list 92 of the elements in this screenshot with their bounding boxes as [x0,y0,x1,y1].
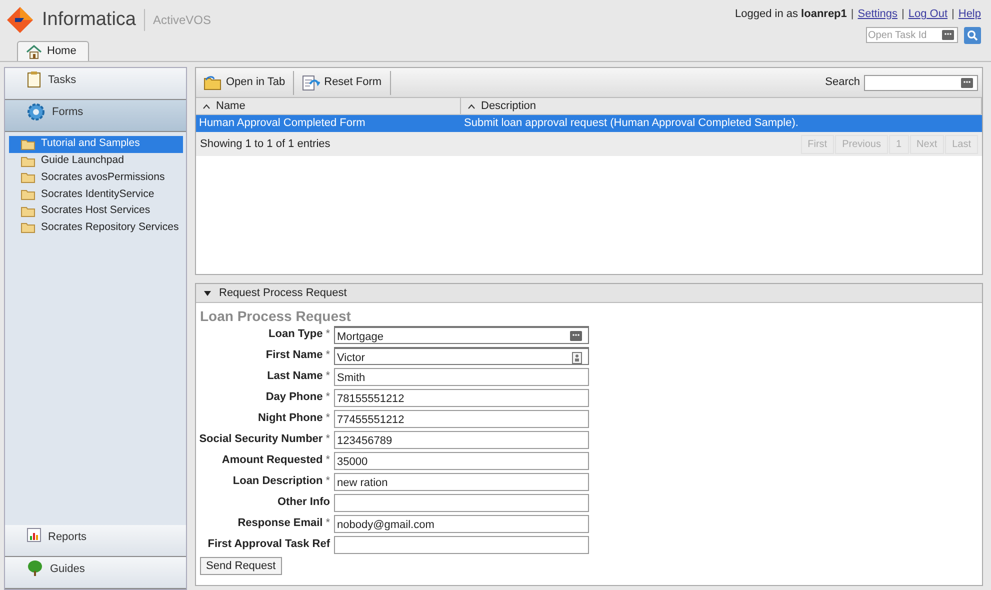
folder-icon [21,222,35,234]
form-field[interactable]: new ration [334,472,589,490]
login-text: Logged in as loanrep1 [734,7,847,22]
collapse-icon [204,290,211,296]
form-field[interactable]: Smith [334,368,589,386]
field-label: Day Phone [266,390,323,406]
required-mark: * [326,369,330,384]
sidebar-section[interactable]: Reports [5,525,186,557]
sort-icon [468,104,475,108]
chart-icon [27,528,41,542]
search-button[interactable] [964,26,981,44]
folder-icon [21,172,35,184]
required-mark: * [326,432,330,448]
sidebar-section[interactable]: Tasks [5,68,186,100]
link-separator: | [850,7,854,22]
link-separator: | [902,7,904,22]
folder-icon [21,138,35,150]
tree-icon [27,560,43,576]
required-mark: * [326,390,330,406]
toolbar-button[interactable]: Open in Tab [200,70,294,94]
section-label: Tasks [48,73,76,88]
contact-icon[interactable] [572,352,582,364]
form-field[interactable]: 123456789 [334,430,589,448]
toolbar-button[interactable]: Reset Form [298,70,391,94]
section-label: Forms [52,105,84,120]
panel-header[interactable]: Request Process Request [196,284,982,303]
form-field[interactable] [334,494,589,512]
form-title: Loan Process Request [200,307,352,324]
tree-item[interactable]: Socrates Repository Services [9,219,183,236]
gear-icon [27,103,45,121]
send-request-button[interactable]: Send Request [200,557,282,575]
more-icon[interactable] [961,78,973,88]
home-icon [26,44,42,58]
required-mark: * [326,327,330,342]
link-separator: | [952,7,954,22]
search-field[interactable] [864,74,978,90]
field-label: Loan Description [232,474,323,490]
home-tab[interactable]: Home [17,41,89,61]
form-field[interactable]: 35000 [334,452,589,470]
required-mark: * [326,348,330,364]
folder-icon [204,76,222,90]
tree-item[interactable]: Tutorial and Samples [9,136,183,153]
form-field[interactable]: Victor [334,346,589,364]
header-link[interactable]: Help [958,6,981,22]
field-label: Last Name [267,369,323,384]
brand-name: Informatica [42,8,136,32]
folder-icon [21,188,35,200]
section-label: Guides [50,562,85,577]
field-label: Response Email [238,516,323,532]
product-name: ActiveVOS [152,12,212,30]
tree-item[interactable]: Socrates IdentityService [9,186,183,203]
column-header[interactable]: Description [461,98,982,114]
logo-icon [6,6,34,34]
folder-icon [21,206,35,217]
required-mark: * [326,411,330,426]
field-label: Social Security Number [199,432,323,448]
search-label: Search [825,75,860,90]
folder-icon [21,156,35,167]
entries-info: Showing 1 to 1 of 1 entries [200,136,330,152]
form-field[interactable] [334,536,589,554]
form-field[interactable]: nobody@gmail.com [334,514,589,532]
column-header[interactable]: Name [196,98,461,114]
section-label: Reports [48,530,87,545]
document-icon [302,74,320,90]
form-field[interactable]: Mortgage [334,326,589,344]
sidebar-section[interactable]: Forms [5,100,186,132]
table-cell-text: Human Approval Completed Form [198,116,366,132]
clipboard-icon [27,71,41,88]
form-field[interactable]: 78155551212 [334,388,589,406]
form-field[interactable]: 77455551212 [334,410,589,428]
field-label: Other Info [277,495,330,510]
sidebar-section[interactable]: Guides [5,557,186,589]
tree-item[interactable]: Socrates Host Services [9,202,183,220]
field-label: Amount Requested [222,453,323,468]
sort-icon [203,104,210,108]
task-id-field[interactable]: Open Task Id [866,27,958,43]
tree-item[interactable]: Socrates avosPermissions [9,169,183,186]
more-icon[interactable] [942,30,954,40]
field-label: First Approval Task Ref [208,537,330,552]
header-link[interactable]: Settings [858,6,898,22]
required-mark: * [326,516,330,532]
field-label: Loan Type [268,327,323,342]
table-cell-text: Submit loan approval request (Human Approval Completed Sample). [463,116,800,132]
tree-item[interactable]: Guide Launchpad [9,152,183,170]
required-mark: * [326,453,330,468]
search-icon [967,30,978,40]
field-label: First Name [266,348,323,364]
header-link[interactable]: Log Out [908,6,948,22]
field-label: Night Phone [258,411,323,426]
more-icon[interactable] [570,330,582,340]
required-mark: * [326,474,330,490]
table-row[interactable]: Human Approval Completed Form Submit loan approval request (Human Approval Completed Sample). [196,115,982,132]
